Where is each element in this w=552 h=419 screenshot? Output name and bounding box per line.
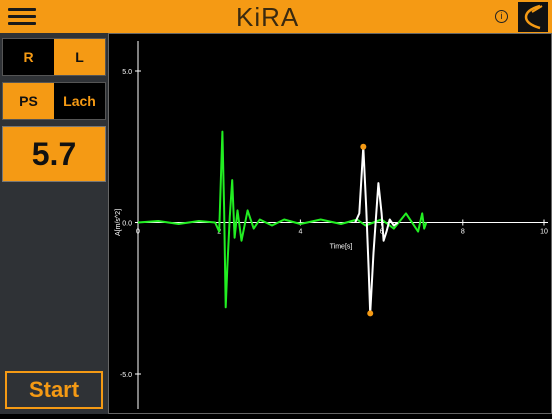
test-toggle: PS Lach [2,82,106,120]
test-lach-option[interactable]: Lach [54,83,105,119]
result-value: 5.7 [2,126,106,182]
side-left-option[interactable]: L [54,39,105,75]
peak-marker-1 [360,143,367,150]
sidebar: R L PS Lach [0,33,108,414]
series-line-1 [137,130,428,309]
x-tick-label: 4 [298,229,302,236]
peak-marker-2 [367,310,374,317]
logo-text: KiRA [236,2,300,32]
x-tick-label: 0 [136,229,140,236]
x-tick-label: 8 [461,229,465,236]
app-logo: KiRA [236,2,299,32]
side-right-option[interactable]: R [3,39,54,75]
acceleration-chart: 0 2 4 6 8 10 5.0 0.0 -5.0 A[m/s^2] Time[s] [108,33,552,414]
start-button[interactable]: Start [5,371,103,409]
top-bar: KiRA i [0,0,552,33]
y-axis-label: A[m/s^2] [115,209,122,236]
chart-svg: 0 2 4 6 8 105.00.0-5.0A[m/s^2]Time[s] [108,33,552,414]
y-tick-label: -5.0 [120,372,132,379]
info-icon[interactable]: i [495,10,508,23]
x-tick-label: 10 [540,229,548,236]
menu-icon[interactable] [8,8,36,26]
test-ps-option[interactable]: PS [3,83,54,119]
y-tick-label: 5.0 [122,69,132,76]
x-axis-label: Time[s] [330,244,353,251]
side-toggle: R L [2,38,106,76]
y-tick-label: 0.0 [122,221,132,228]
series-line-2 [354,145,399,315]
brand-icon[interactable] [518,2,548,32]
